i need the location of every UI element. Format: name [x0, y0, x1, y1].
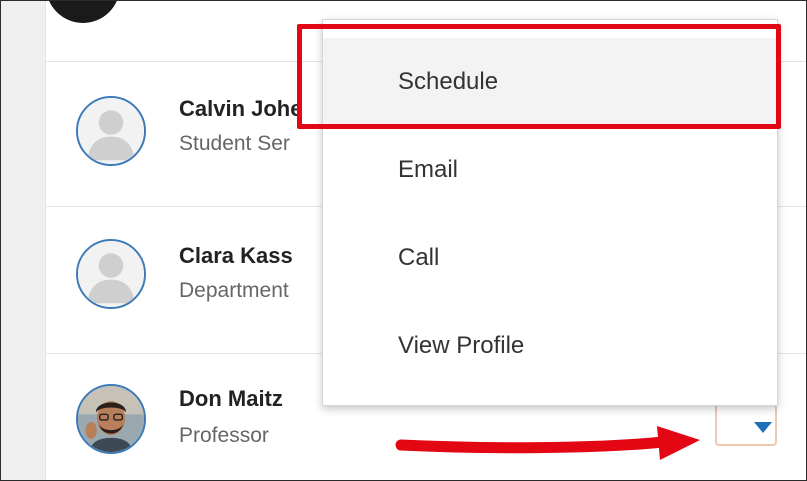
contact-name[interactable]: Calvin Johe [179, 96, 302, 122]
contact-name[interactable]: Don Maitz [179, 386, 283, 412]
contact-title: Department [179, 279, 289, 302]
menu-item-view-profile[interactable]: View Profile [323, 302, 777, 390]
menu-item-email[interactable]: Email [323, 126, 777, 214]
menu-item-call[interactable]: Call [323, 214, 777, 302]
actions-dropdown-button[interactable] [715, 404, 777, 446]
user-silhouette-icon [76, 96, 146, 166]
user-silhouette-icon [76, 239, 146, 309]
menu-item-label: View Profile [398, 332, 525, 359]
screenshot-frame: Calvin Johe Student Ser Clara Kass Depar… [0, 0, 807, 481]
menu-item-label: Call [398, 244, 440, 271]
contact-title: Professor [179, 424, 269, 447]
menu-item-label: Email [398, 156, 459, 183]
left-gutter [1, 1, 46, 480]
annotation-highlight-box [297, 24, 781, 129]
caret-down-icon [754, 422, 772, 433]
avatar-photo [76, 384, 146, 454]
contact-name[interactable]: Clara Kass [179, 243, 293, 269]
annotation-arrow [395, 426, 700, 460]
contact-title: Student Ser [179, 132, 290, 155]
